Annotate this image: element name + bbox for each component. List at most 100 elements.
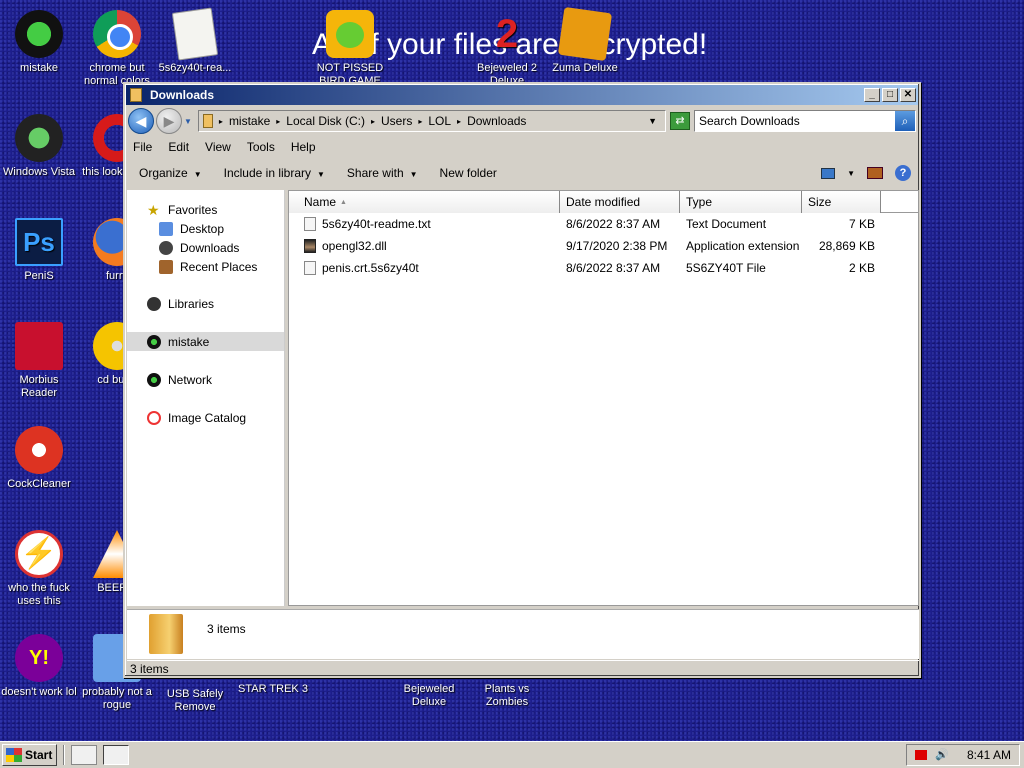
column-date-modified[interactable]: Date modified bbox=[560, 191, 680, 213]
breadcrumb-users[interactable]: Users bbox=[381, 114, 412, 128]
back-button[interactable]: ◀ bbox=[128, 108, 154, 134]
taskbar-button-explorer[interactable] bbox=[103, 745, 130, 765]
breadcrumb-lol[interactable]: LOL bbox=[428, 114, 451, 128]
nav-libraries[interactable]: Libraries bbox=[127, 294, 284, 313]
windows-logo-icon bbox=[6, 748, 22, 762]
menu-view[interactable]: View bbox=[205, 140, 231, 154]
column-type[interactable]: Type bbox=[680, 191, 802, 213]
file-type: 5S6ZY40T File bbox=[686, 261, 766, 275]
recycle-icon bbox=[15, 114, 63, 162]
menu-edit[interactable]: Edit bbox=[168, 140, 189, 154]
menu-file[interactable]: File bbox=[133, 140, 152, 154]
breadcrumb-local-disk[interactable]: Local Disk (C:) bbox=[286, 114, 365, 128]
desktop-icon-windows-vista[interactable]: Windows Vista bbox=[0, 114, 78, 179]
command-bar: Organize ▼ Include in library ▼ Share with… bbox=[125, 158, 919, 188]
flag-icon[interactable] bbox=[914, 750, 927, 760]
file-row[interactable]: 5s6zy40t-readme.txt 8/6/2022 8:37 AM Tex… bbox=[289, 213, 918, 235]
history-dropdown-icon[interactable]: ▼ bbox=[184, 117, 192, 126]
desktop-icon-chrome[interactable]: chrome but normal colors bbox=[78, 10, 156, 88]
new-folder-button[interactable]: New folder bbox=[440, 166, 497, 180]
nav-desktop[interactable]: Desktop bbox=[127, 219, 284, 238]
desktop-icon-star-trek[interactable]: STAR TREK 3 bbox=[234, 683, 312, 696]
generic-file-icon bbox=[304, 261, 316, 275]
nav-recent-places[interactable]: Recent Places bbox=[127, 257, 284, 276]
desktop-icon-mistake[interactable]: mistake bbox=[0, 10, 78, 75]
column-size[interactable]: Size bbox=[802, 191, 881, 213]
desktop-icon-bolt[interactable]: who the fuck uses this bbox=[0, 530, 78, 608]
share-with-button[interactable]: Share with ▼ bbox=[347, 166, 418, 180]
recent-places-icon bbox=[159, 259, 173, 274]
refresh-button[interactable]: ⇄ bbox=[670, 112, 690, 130]
address-row: ◀ ▶ ▼ ▸ mistake ▸ Local Disk (C:) ▸ User… bbox=[125, 106, 919, 136]
desktop-icon-yahoo[interactable]: doesn't work lol bbox=[0, 634, 78, 699]
file-row[interactable]: opengl32.dll 9/17/2020 2:38 PM Applicati… bbox=[289, 235, 918, 257]
column-name[interactable]: Name ▲ bbox=[289, 191, 560, 213]
nav-network[interactable]: Network bbox=[127, 370, 284, 389]
dll-file-icon bbox=[304, 239, 316, 253]
start-button[interactable]: Start bbox=[2, 744, 58, 766]
menu-tools[interactable]: Tools bbox=[247, 140, 275, 154]
chevron-down-icon[interactable]: ▼ bbox=[648, 116, 665, 126]
breadcrumb-mistake[interactable]: mistake bbox=[229, 114, 270, 128]
nav-favorites[interactable]: ★ Favorites bbox=[127, 200, 284, 219]
file-size: 2 KB bbox=[848, 261, 875, 275]
desktop-icon-ccleaner[interactable]: CockCleaner bbox=[0, 426, 78, 491]
file-date: 8/6/2022 8:37 AM bbox=[566, 261, 661, 275]
file-size: 28,869 KB bbox=[818, 239, 875, 253]
yahoo-icon bbox=[15, 634, 63, 682]
chevron-right-icon[interactable]: ▸ bbox=[371, 117, 375, 126]
system-tray: 🔊 8:41 AM bbox=[905, 744, 1020, 766]
chevron-down-icon[interactable]: ▼ bbox=[847, 169, 855, 178]
taskbar: Start 🔊 8:41 AM bbox=[0, 741, 1024, 768]
desktop-icon-pdf-reader[interactable]: Morbius Reader bbox=[0, 322, 78, 400]
minimize-button[interactable]: _ bbox=[864, 88, 880, 102]
include-in-library-button[interactable]: Include in library ▼ bbox=[224, 166, 325, 180]
search-box[interactable]: ⌕ bbox=[694, 110, 916, 132]
address-bar[interactable]: ▸ mistake ▸ Local Disk (C:) ▸ Users ▸ LO… bbox=[197, 110, 666, 132]
pdf-icon bbox=[15, 322, 63, 370]
breadcrumb-downloads[interactable]: Downloads bbox=[467, 114, 526, 128]
organize-button[interactable]: Organize ▼ bbox=[139, 166, 202, 180]
maximize-button[interactable]: □ bbox=[882, 88, 898, 102]
chevron-right-icon[interactable]: ▸ bbox=[457, 117, 461, 126]
menu-help[interactable]: Help bbox=[291, 140, 316, 154]
desktop-icon-bejeweled[interactable]: Bejeweled Deluxe bbox=[390, 683, 468, 709]
chevron-down-icon: ▼ bbox=[317, 170, 325, 179]
chevron-right-icon[interactable]: ▸ bbox=[276, 117, 280, 126]
desktop-icon-zuma[interactable]: Zuma Deluxe bbox=[546, 6, 624, 75]
preview-pane-icon[interactable] bbox=[867, 167, 883, 179]
desktop-icon-bejeweled2[interactable]: 2 Bejeweled 2 Deluxe bbox=[468, 10, 546, 88]
file-date: 9/17/2020 2:38 PM bbox=[566, 239, 668, 253]
chevron-right-icon[interactable]: ▸ bbox=[418, 117, 422, 126]
help-icon[interactable]: ? bbox=[895, 165, 911, 181]
desktop-icon-pvz[interactable]: Plants vs Zombies bbox=[468, 683, 546, 709]
file-list[interactable]: Name ▲ Date modified Type Size 5s6zy40t-r… bbox=[288, 190, 919, 606]
taskbar-button-notepad[interactable] bbox=[71, 745, 98, 765]
change-view-icon[interactable] bbox=[821, 167, 836, 179]
forward-button[interactable]: ▶ bbox=[156, 108, 182, 134]
search-input[interactable] bbox=[695, 112, 895, 130]
desktop-icon-bird-game[interactable]: NOT PISSED BIRD GAME bbox=[311, 10, 389, 88]
explorer-window[interactable]: Downloads _ □ ✕ ◀ ▶ ▼ ▸ mistake ▸ Local … bbox=[123, 82, 921, 678]
nav-image-catalog[interactable]: Image Catalog bbox=[127, 408, 284, 427]
nav-user-mistake[interactable]: mistake bbox=[127, 332, 284, 351]
search-icon[interactable]: ⌕ bbox=[895, 111, 915, 131]
nav-downloads[interactable]: Downloads bbox=[127, 238, 284, 257]
details-pane: 3 items bbox=[127, 609, 919, 659]
speaker-icon[interactable]: 🔊 bbox=[935, 749, 949, 761]
desktop-icon-readme[interactable]: 5s6zy40t-rea... bbox=[156, 7, 234, 75]
clock[interactable]: 8:41 AM bbox=[967, 748, 1011, 762]
title-bar[interactable]: Downloads _ □ ✕ bbox=[126, 85, 918, 105]
organize-label: Organize bbox=[139, 166, 188, 180]
taskbar-separator bbox=[63, 745, 66, 765]
desktop-icon-photoshop[interactable]: Ps PeniS bbox=[0, 218, 78, 283]
file-list-header: Name ▲ Date modified Type Size bbox=[289, 191, 918, 213]
star-icon: ★ bbox=[147, 201, 160, 218]
chevron-right-icon[interactable]: ▸ bbox=[219, 117, 223, 126]
file-row[interactable]: penis.crt.5s6zy40t 8/6/2022 8:37 AM 5S6Z… bbox=[289, 257, 918, 279]
bejeweled-icon: 2 bbox=[495, 12, 519, 56]
include-in-library-label: Include in library bbox=[223, 166, 311, 180]
ccleaner-icon bbox=[15, 426, 63, 474]
close-button[interactable]: ✕ bbox=[900, 88, 916, 102]
desktop-icon-usb[interactable]: USB Safely Remove bbox=[156, 688, 234, 714]
